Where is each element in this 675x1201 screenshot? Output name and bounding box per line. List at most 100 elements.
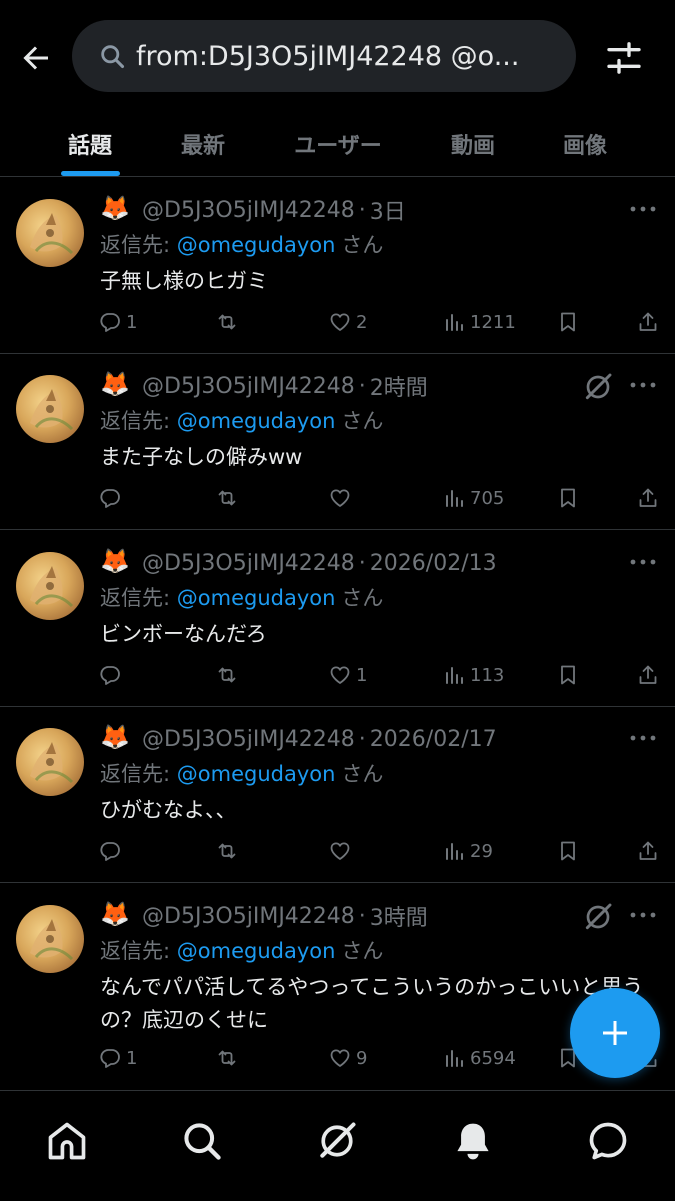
tweet-actions: 1 2 1211 [98, 305, 663, 339]
views-button[interactable]: 29 [442, 834, 493, 868]
tweet[interactable]: 🦊 @D5J3O5jIMJ42248 · 2026/02/17 返信先: @omegud… [0, 706, 675, 883]
reply-mention[interactable]: @omegudayon [177, 939, 336, 963]
search-query: from:D5J3O5jIMJ42248 @o... [136, 40, 520, 72]
fox-emoji: 🦊 [100, 723, 130, 751]
tweet-header: 🦊 @D5J3O5jIMJ42248 · 3時間 [100, 899, 580, 933]
tab-users[interactable]: ユーザー [268, 112, 408, 176]
timestamp[interactable]: 2時間 [370, 370, 428, 402]
user-handle[interactable]: @D5J3O5jIMJ42248 [142, 904, 355, 929]
share-button[interactable] [636, 658, 664, 692]
separator-dot: · [358, 903, 366, 929]
reply-prefix: 返信先: [100, 233, 177, 257]
timestamp[interactable]: 3日 [370, 194, 406, 226]
avatar[interactable] [16, 199, 84, 267]
views-icon [446, 314, 463, 331]
bookmark-icon [561, 841, 575, 861]
repost-icon [218, 843, 236, 859]
grok-icon[interactable] [582, 371, 614, 403]
likes-count: 1 [356, 664, 368, 686]
share-icon [639, 488, 657, 507]
replying-to: 返信先: @omegudayon さん [100, 405, 383, 435]
tweet-text: ひがむなよ、、 [100, 798, 237, 822]
message-icon[interactable] [586, 1119, 630, 1163]
views-button[interactable]: 6594 [442, 1041, 516, 1075]
timestamp[interactable]: 3時間 [370, 900, 428, 932]
bookmark-button[interactable] [556, 305, 584, 339]
more-options-icon[interactable] [626, 197, 660, 221]
reply-mention[interactable]: @omegudayon [177, 586, 336, 610]
tweet[interactable]: 🦊 @D5J3O5jIMJ42248 · 3時間 返信先: @omegudayon さんな… [0, 883, 675, 1094]
tab-latest[interactable]: 最新 [148, 112, 258, 176]
tweet-actions: 29 [98, 834, 663, 868]
fox-emoji: 🦊 [100, 900, 130, 928]
more-options-icon[interactable] [626, 726, 660, 750]
repost-button[interactable] [215, 481, 243, 515]
user-handle[interactable]: @D5J3O5jIMJ42248 [142, 374, 355, 399]
user-handle[interactable]: @D5J3O5jIMJ42248 [142, 198, 355, 223]
top-bar: from:D5J3O5jIMJ42248 @o... [0, 0, 675, 112]
bookmark-button[interactable] [556, 481, 584, 515]
grok-icon[interactable] [582, 901, 614, 933]
tweet[interactable]: 🦊 @D5J3O5jIMJ42248 · 2026/02/13 返信先: @omegud… [0, 530, 675, 707]
back-arrow-icon[interactable] [18, 40, 54, 76]
home-icon[interactable] [45, 1119, 89, 1163]
tab-images[interactable]: 画像 [530, 112, 640, 176]
tab-videos[interactable]: 動画 [418, 112, 528, 176]
bookmark-button[interactable] [556, 658, 584, 692]
repost-button[interactable] [215, 1041, 243, 1075]
separator-dot: · [358, 373, 366, 399]
avatar[interactable] [16, 375, 84, 443]
reply-button[interactable] [98, 481, 126, 515]
more-options-icon[interactable] [626, 903, 660, 927]
bookmark-icon [561, 488, 575, 508]
views-icon [446, 843, 463, 860]
tweet[interactable]: 🦊 @D5J3O5jIMJ42248 · 2時間 返信先: @omegudayon さんま… [0, 353, 675, 530]
share-button[interactable] [636, 305, 664, 339]
reply-button[interactable]: 1 [98, 305, 137, 339]
views-button[interactable]: 113 [442, 658, 504, 692]
timestamp[interactable]: 2026/02/17 [370, 727, 497, 752]
search-icon [101, 45, 125, 69]
grok-icon[interactable] [315, 1119, 359, 1163]
more-options-icon[interactable] [626, 373, 660, 397]
tweet[interactable]: 🦊 @D5J3O5jIMJ42248 · 3日 返信先: @omegudayon さん 子無… [0, 177, 675, 354]
search-input[interactable]: from:D5J3O5jIMJ42248 @o... [72, 20, 576, 92]
avatar[interactable] [16, 728, 84, 796]
bookmark-button[interactable] [556, 834, 584, 868]
timestamp[interactable]: 2026/02/13 [370, 551, 497, 576]
reply-mention[interactable]: @omegudayon [177, 762, 336, 786]
reply-mention[interactable]: @omegudayon [177, 233, 336, 257]
reply-icon [100, 666, 120, 685]
views-button[interactable]: 1211 [442, 305, 516, 339]
like-button[interactable] [328, 481, 356, 515]
like-button[interactable] [328, 834, 356, 868]
compose-button[interactable] [570, 988, 660, 1078]
bookmark-icon [561, 312, 575, 332]
like-button[interactable]: 9 [328, 1041, 367, 1075]
share-button[interactable] [636, 481, 664, 515]
reply-mention[interactable]: @omegudayon [177, 409, 336, 433]
reply-button[interactable] [98, 834, 126, 868]
views-count: 29 [470, 840, 493, 862]
repost-button[interactable] [215, 305, 243, 339]
avatar[interactable] [16, 552, 84, 620]
views-button[interactable]: 705 [442, 481, 504, 515]
search-icon[interactable] [180, 1119, 224, 1163]
share-button[interactable] [636, 834, 664, 868]
bell-icon[interactable] [451, 1119, 495, 1163]
avatar[interactable] [16, 905, 84, 973]
user-handle[interactable]: @D5J3O5jIMJ42248 [142, 727, 355, 752]
reply-button[interactable]: 1 [98, 1041, 137, 1075]
repost-icon [218, 490, 236, 506]
repost-button[interactable] [215, 834, 243, 868]
like-button[interactable]: 1 [328, 658, 367, 692]
tab-top[interactable]: 話題 [30, 112, 150, 176]
repost-button[interactable] [215, 658, 243, 692]
replies-count: 1 [126, 1047, 138, 1069]
user-handle[interactable]: @D5J3O5jIMJ42248 [142, 551, 355, 576]
reply-icon [100, 489, 120, 508]
sliders-icon[interactable] [604, 38, 644, 78]
more-options-icon[interactable] [626, 550, 660, 574]
like-button[interactable]: 2 [328, 305, 367, 339]
reply-button[interactable] [98, 658, 126, 692]
